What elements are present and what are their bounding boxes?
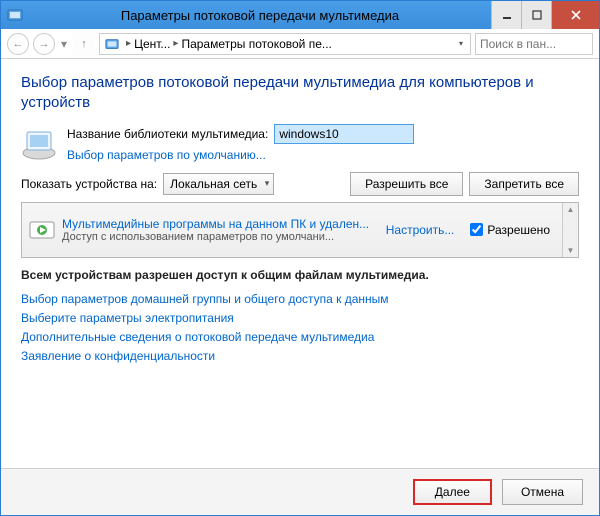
device-allowed-checkbox[interactable] [470, 223, 483, 236]
homegroup-link[interactable]: Выбор параметров домашней группы и общег… [21, 292, 579, 306]
media-library-icon [21, 126, 57, 162]
footer: Далее Отмена [1, 468, 599, 515]
device-row[interactable]: Мультимедийные программы на данном ПК и … [22, 203, 562, 257]
control-panel-icon [1, 7, 29, 23]
device-allowed-label: Разрешено [487, 223, 550, 237]
show-devices-label: Показать устройства на: [21, 177, 157, 191]
power-options-link[interactable]: Выберите параметры электропитания [21, 311, 579, 325]
defaults-link[interactable]: Выбор параметров по умолчанию... [67, 148, 266, 162]
page-heading: Выбор параметров потоковой передачи муль… [21, 73, 579, 114]
device-configure-link[interactable]: Настроить... [382, 223, 459, 237]
device-list: Мультимедийные программы на данном ПК и … [21, 202, 579, 258]
next-button[interactable]: Далее [413, 479, 492, 505]
breadcrumb-dropdown-icon[interactable]: ▾ [456, 39, 466, 48]
device-sublabel: Доступ с использованием параметров по ум… [62, 231, 376, 243]
nav-back-button[interactable]: ← [7, 33, 29, 55]
chevron-right-icon: ▸ [170, 38, 181, 49]
media-device-icon [28, 216, 56, 244]
network-select[interactable]: Локальная сеть [163, 173, 274, 195]
library-name-label: Название библиотеки мультимедиа: [67, 127, 268, 141]
show-devices-row: Показать устройства на: Локальная сеть Р… [21, 172, 579, 196]
network-select-value: Локальная сеть [170, 177, 257, 191]
nav-dropdown-icon[interactable]: ▾ [59, 37, 69, 51]
breadcrumb[interactable]: ▸ Цент... ▸ Параметры потоковой пе... ▾ [99, 33, 471, 55]
device-allowed-group: Разрешено [464, 223, 556, 237]
breadcrumb-item[interactable]: Цент... [134, 37, 170, 51]
control-panel-icon [104, 36, 120, 52]
close-button[interactable] [551, 1, 599, 29]
titlebar: Параметры потоковой передачи мультимедиа [1, 1, 599, 29]
window-title: Параметры потоковой передачи мультимедиа [29, 8, 491, 23]
content-area: Выбор параметров потоковой передачи муль… [1, 59, 599, 468]
privacy-link[interactable]: Заявление о конфиденциальности [21, 349, 579, 363]
scroll-up-icon[interactable]: ▲ [567, 205, 575, 214]
scroll-down-icon[interactable]: ▼ [567, 246, 575, 255]
nav-forward-button[interactable]: → [33, 33, 55, 55]
scrollbar[interactable]: ▲ ▼ [562, 203, 578, 257]
status-text: Всем устройствам разрешен доступ к общим… [21, 268, 579, 282]
cancel-button[interactable]: Отмена [502, 479, 583, 505]
related-links: Выбор параметров домашней группы и общег… [21, 292, 579, 363]
more-info-link[interactable]: Дополнительные сведения о потоковой пере… [21, 330, 579, 344]
search-input[interactable] [480, 37, 593, 51]
window-frame: Параметры потоковой передачи мультимедиа… [0, 0, 600, 516]
minimize-button[interactable] [491, 1, 521, 29]
nav-up-button[interactable]: ↑ [73, 33, 95, 55]
navigation-bar: ← → ▾ ↑ ▸ Цент... ▸ Параметры потоковой … [1, 29, 599, 59]
device-name: Мультимедийные программы на данном ПК и … [62, 217, 376, 231]
maximize-button[interactable] [521, 1, 551, 29]
window-controls [491, 1, 599, 29]
breadcrumb-item[interactable]: Параметры потоковой пе... [181, 37, 331, 51]
allow-all-button[interactable]: Разрешить все [350, 172, 463, 196]
library-name-section: Название библиотеки мультимедиа: Выбор п… [21, 124, 579, 162]
library-name-input[interactable] [274, 124, 414, 144]
block-all-button[interactable]: Запретить все [469, 172, 579, 196]
chevron-right-icon: ▸ [123, 38, 134, 49]
search-box[interactable]: 🔍 [475, 33, 593, 55]
